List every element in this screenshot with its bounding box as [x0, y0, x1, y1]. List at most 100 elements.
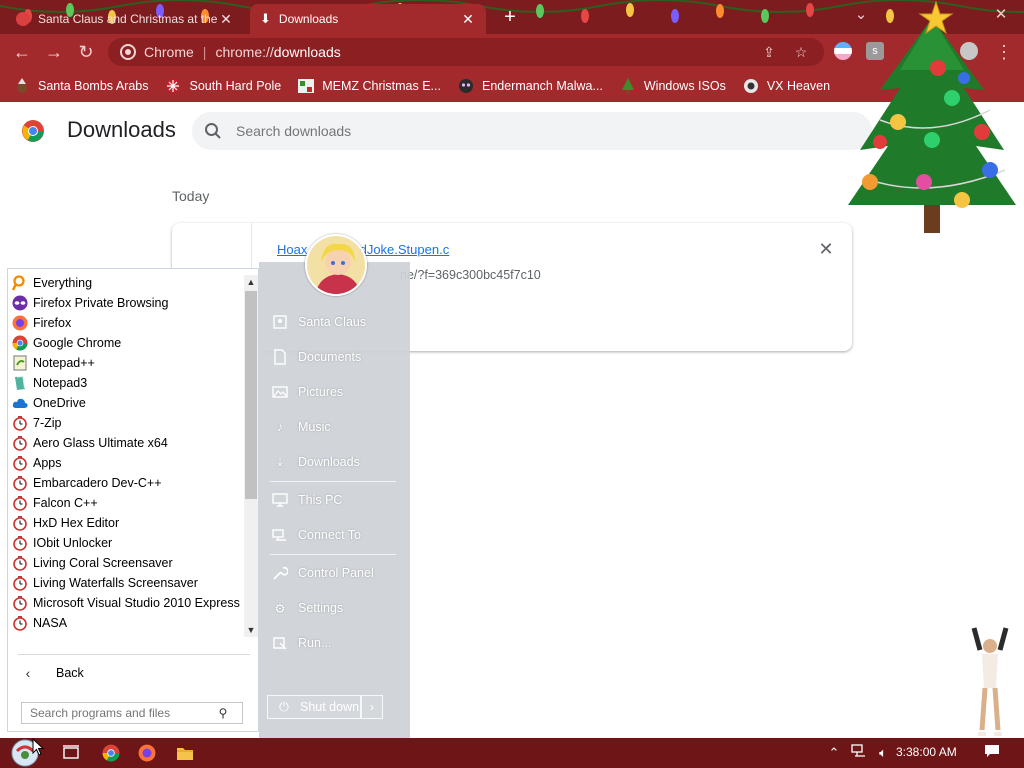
chrome-site-icon: [120, 44, 136, 60]
bookmark-label: MEMZ Christmas E...: [322, 79, 441, 93]
program-label: Living Waterfalls Screensaver: [33, 576, 198, 590]
everything-icon: [12, 275, 28, 291]
remove-download-icon[interactable]: ✕: [816, 239, 836, 259]
tab-downloads[interactable]: ⬇ Downloads ✕: [250, 4, 486, 34]
close-tab-icon[interactable]: ✕: [460, 11, 476, 28]
back-arrow-icon[interactable]: ←: [10, 40, 34, 64]
program-label: HxD Hex Editor: [33, 516, 120, 530]
start-item-control-panel[interactable]: Control Panel: [271, 561, 374, 585]
start-menu-programs-pane: Everything Firefox Private Browsing Fire…: [7, 268, 259, 732]
scrollbar-thumb[interactable]: [245, 291, 257, 499]
start-item-pictures[interactable]: Pictures: [271, 380, 343, 404]
search-icon: ⚲: [218, 706, 228, 720]
programs-scrollbar[interactable]: ▲ ▼: [244, 275, 258, 637]
chrome-icon: [102, 744, 120, 762]
documents-icon: [271, 348, 289, 366]
downloads-search-input[interactable]: [236, 123, 836, 139]
start-search-input[interactable]: [22, 706, 212, 720]
firefox-private-icon: [12, 295, 28, 311]
program-nasa[interactable]: NASA: [8, 613, 244, 633]
volume-icon[interactable]: 🔈︎: [874, 744, 892, 762]
start-item-run[interactable]: Run...: [271, 631, 331, 655]
program-google-chrome[interactable]: Google Chrome: [8, 333, 244, 353]
onedrive-icon: [12, 395, 28, 411]
program-notepadpp[interactable]: Notepad++: [8, 353, 244, 373]
program-7zip[interactable]: 7-Zip: [8, 413, 244, 433]
tree-icon: [620, 78, 636, 94]
bookmark-windows-isos[interactable]: Windows ISOs: [620, 78, 726, 94]
program-falcon-cpp[interactable]: Falcon C++: [8, 493, 244, 513]
folder-clock-icon: [12, 515, 28, 531]
bookmark-south-hard-pole[interactable]: South Hard Pole: [165, 78, 281, 94]
program-firefox-private[interactable]: Firefox Private Browsing: [8, 293, 244, 313]
program-iobit-unlocker[interactable]: IObit Unlocker: [8, 533, 244, 553]
bookmark-memz-christmas[interactable]: MEMZ Christmas E...: [298, 78, 441, 94]
program-apps[interactable]: Apps: [8, 453, 244, 473]
program-living-waterfalls[interactable]: Living Waterfalls Screensaver: [8, 573, 244, 593]
folder-clock-icon: [12, 555, 28, 571]
downloads-search-bar[interactable]: [192, 112, 872, 150]
start-item-label: Control Panel: [298, 566, 374, 580]
red-ornament-icon: [16, 12, 30, 26]
start-item-downloads[interactable]: ⤓ Downloads: [271, 450, 360, 474]
scroll-down-icon[interactable]: ▼: [244, 623, 258, 637]
program-label: Firefox Private Browsing: [33, 296, 169, 310]
program-everything[interactable]: Everything: [8, 273, 244, 293]
bookmark-label: South Hard Pole: [189, 79, 282, 93]
vx-icon: [743, 78, 759, 94]
program-label: Notepad++: [33, 356, 95, 370]
start-item-documents[interactable]: Documents: [271, 345, 361, 369]
reload-icon[interactable]: ↻: [74, 40, 98, 64]
new-tab-button[interactable]: +: [498, 6, 522, 30]
program-notepad3[interactable]: Notepad3: [8, 373, 244, 393]
start-item-settings[interactable]: ⚙ Settings: [271, 596, 343, 620]
start-item-santa-claus[interactable]: Santa Claus: [271, 310, 366, 334]
bookmark-star-icon[interactable]: ☆: [790, 38, 812, 66]
tab-santa-claus[interactable]: Santa Claus and Christmas at the ✕: [6, 4, 244, 34]
program-hxd-hex-editor[interactable]: HxD Hex Editor: [8, 513, 244, 533]
program-living-coral[interactable]: Living Coral Screensaver: [8, 553, 244, 573]
folder-clock-icon: [12, 615, 28, 631]
start-item-connect-to[interactable]: Connect To: [271, 523, 361, 547]
scroll-up-icon[interactable]: ▲: [244, 275, 258, 289]
taskbar: ⌃ 🔈︎ 3:38:00 AM: [0, 738, 1024, 768]
taskbar-firefox-button[interactable]: [134, 741, 160, 765]
program-label: Google Chrome: [33, 336, 122, 350]
all-programs-list: Everything Firefox Private Browsing Fire…: [8, 273, 244, 639]
show-hidden-icons-chevron-icon[interactable]: ⌃: [826, 744, 842, 762]
program-onedrive[interactable]: OneDrive: [8, 393, 244, 413]
program-visual-studio-2010[interactable]: Microsoft Visual Studio 2010 Express: [8, 593, 244, 613]
taskbar-clock[interactable]: 3:38:00 AM: [896, 745, 957, 759]
program-firefox[interactable]: Firefox: [8, 313, 244, 333]
taskbar-file-explorer-button[interactable]: [172, 741, 198, 765]
user-avatar[interactable]: [305, 234, 367, 296]
folder-clock-icon: [12, 575, 28, 591]
chrome-logo-icon: [21, 119, 45, 146]
bookmark-santa-bombs-arabs[interactable]: Santa Bombs Arabs: [14, 78, 148, 94]
start-search-box[interactable]: ⚲: [21, 702, 243, 724]
program-aero-glass[interactable]: Aero Glass Ultimate x64: [8, 433, 244, 453]
bookmark-endermanch-malware[interactable]: Endermanch Malwa...: [458, 78, 603, 94]
folder-clock-icon: [12, 535, 28, 551]
start-item-music[interactable]: ♪ Music: [271, 415, 331, 439]
forward-arrow-icon[interactable]: →: [42, 40, 66, 64]
start-item-this-pc[interactable]: This PC: [271, 488, 342, 512]
share-icon[interactable]: ⇪: [758, 38, 780, 66]
pictures-icon: [271, 383, 289, 401]
action-center-icon[interactable]: [982, 744, 1002, 762]
task-view-button[interactable]: [58, 741, 84, 765]
taskbar-chrome-button[interactable]: [98, 741, 124, 765]
run-icon: [271, 634, 289, 652]
program-label: IObit Unlocker: [33, 536, 113, 550]
start-item-label: Pictures: [298, 385, 344, 399]
wrench-icon: [271, 564, 289, 582]
mouse-cursor-icon: [32, 738, 44, 756]
close-tab-icon[interactable]: ✕: [218, 11, 234, 28]
network-icon[interactable]: [850, 744, 868, 762]
program-embarcadero-devcpp[interactable]: Embarcadero Dev-C++: [8, 473, 244, 493]
back-button[interactable]: ‹ Back: [18, 661, 250, 685]
address-bar[interactable]: Chrome | chrome:// downloads ⇪ ☆: [108, 38, 824, 66]
shutdown-button[interactable]: ⏻ Shut down: [267, 695, 361, 719]
bookmark-vx-heaven[interactable]: VX Heaven: [743, 78, 830, 94]
shutdown-options-arrow[interactable]: ›: [361, 695, 383, 719]
